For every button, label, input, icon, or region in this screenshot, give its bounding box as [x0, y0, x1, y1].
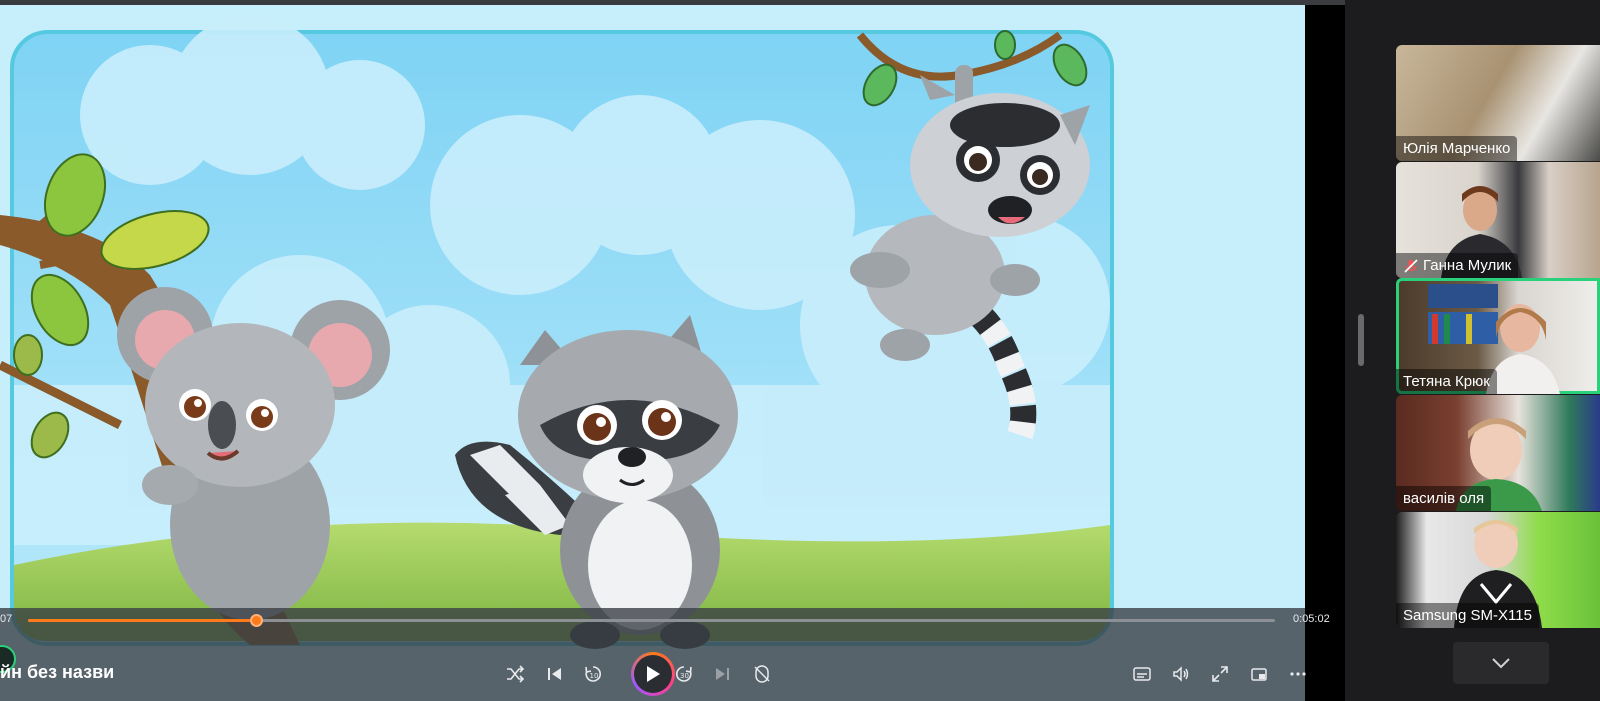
more-icon [1290, 672, 1306, 676]
current-time: 07 [0, 613, 13, 625]
volume-icon [1173, 666, 1189, 682]
participant-tile[interactable]: Ганна Мулик [1396, 162, 1600, 278]
video-side-gap [1305, 5, 1345, 701]
total-time: 0:05:02 [1293, 613, 1330, 625]
more-options-button[interactable] [1285, 661, 1311, 687]
volume-button[interactable] [1168, 661, 1194, 687]
participant-name-text: Ганна Мулик [1423, 257, 1512, 274]
participant-tile[interactable]: Samsung SM-X115 [1396, 512, 1600, 628]
participant-name-text: Samsung SM-X115 [1403, 607, 1532, 624]
play-button-inner [634, 655, 672, 693]
chevron-down-icon [1492, 658, 1510, 669]
gallery-scroll-down-button[interactable] [1453, 642, 1549, 684]
captions-icon [1133, 667, 1151, 681]
video-frame-illustration [0, 5, 1305, 701]
rewind-10-button[interactable]: 10 [580, 661, 606, 687]
participant-name: Samsung SM-X115 [1396, 603, 1539, 628]
previous-button[interactable] [541, 661, 567, 687]
forward-30-label: 30 [680, 672, 689, 680]
forward-30-button[interactable]: 30 [671, 661, 697, 687]
miniplayer-icon [1251, 668, 1267, 681]
participant-name-text: Тетяна Крюк [1403, 373, 1490, 390]
shared-video[interactable] [0, 5, 1305, 701]
seek-bar-progress [28, 619, 257, 622]
participant-name-text: василів оля [1403, 490, 1485, 507]
previous-icon [548, 668, 561, 680]
media-title: йн без назви [0, 662, 115, 682]
captions-button[interactable] [1129, 661, 1155, 687]
participant-tile-active[interactable]: Тетяна Крюк [1396, 278, 1600, 394]
fullscreen-icon [1212, 666, 1228, 682]
participant-name: Юлія Марченко [1396, 136, 1518, 161]
forward-30-icon: 30 [676, 666, 692, 682]
shuffle-icon [507, 665, 525, 683]
seek-bar[interactable] [28, 614, 1275, 627]
fullscreen-button[interactable] [1207, 661, 1233, 687]
participant-tile[interactable]: василів оля [1396, 395, 1600, 511]
next-icon [716, 668, 729, 680]
gallery-resize-handle[interactable] [1358, 314, 1364, 366]
mic-muted-icon [1404, 258, 1418, 273]
participant-name: Тетяна Крюк [1396, 369, 1497, 394]
participant-name: василів оля [1396, 486, 1492, 511]
participant-name: Ганна Мулик [1396, 253, 1519, 278]
participant-tile[interactable]: Юлія Марченко [1396, 45, 1600, 161]
repeat-off-button[interactable] [749, 661, 775, 687]
participant-name-text: Юлія Марченко [1403, 140, 1511, 157]
next-button[interactable] [710, 661, 736, 687]
rewind-10-icon: 10 [585, 666, 601, 682]
shuffle-button[interactable] [502, 661, 528, 687]
miniplayer-button[interactable] [1246, 661, 1272, 687]
play-button[interactable] [631, 652, 675, 696]
rewind-10-label: 10 [590, 672, 599, 680]
play-icon [647, 666, 660, 682]
repeat-off-icon [754, 665, 770, 683]
